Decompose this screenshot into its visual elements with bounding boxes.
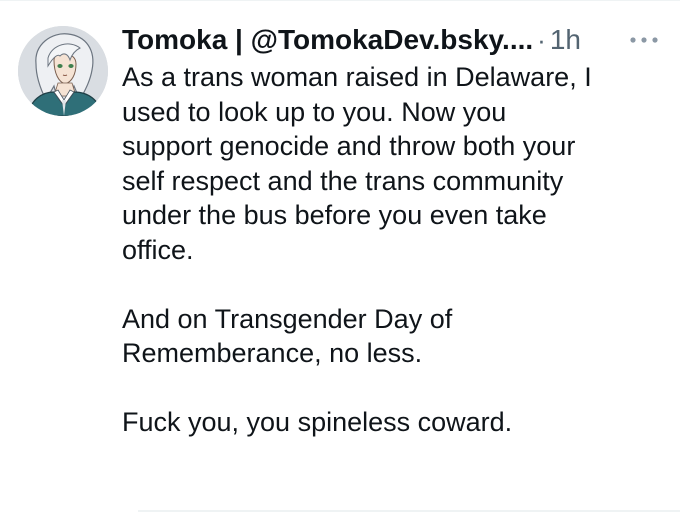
- more-horizontal-icon: [630, 37, 658, 43]
- tweet-timestamp[interactable]: 1h: [550, 24, 581, 56]
- avatar[interactable]: [18, 26, 108, 116]
- text-line: As a trans woman raised in Delaware, I: [122, 62, 592, 92]
- text-line: And on Transgender Day of: [122, 303, 453, 334]
- author-name[interactable]: Tomoka | @TomokaDev.bsky....: [122, 24, 533, 56]
- text-line: Rememberance, no less.: [122, 338, 423, 368]
- header-separator: ·: [537, 24, 546, 55]
- more-options-button[interactable]: [624, 28, 664, 52]
- tweet-header: Tomoka | @TomokaDev.bsky.... · 1h: [122, 20, 662, 60]
- text-line: self respect and the trans community: [122, 165, 564, 196]
- text-line: Fuck you, you spineless coward.: [122, 407, 513, 437]
- tweet-content: Tomoka | @TomokaDev.bsky.... · 1h As a t…: [122, 20, 662, 440]
- tweet-card[interactable]: Tomoka | @TomokaDev.bsky.... · 1h As a t…: [0, 0, 680, 514]
- text-line: support genocide and throw both your: [122, 131, 576, 161]
- bottom-divider: [138, 510, 680, 512]
- text-line: under the bus before you even take: [122, 200, 547, 230]
- text-line: used to look up to you. Now you: [122, 96, 507, 127]
- avatar-image: [18, 26, 108, 116]
- text-line: office.: [122, 234, 194, 265]
- tweet-text: As a trans woman raised in Delaware, I u…: [122, 60, 662, 440]
